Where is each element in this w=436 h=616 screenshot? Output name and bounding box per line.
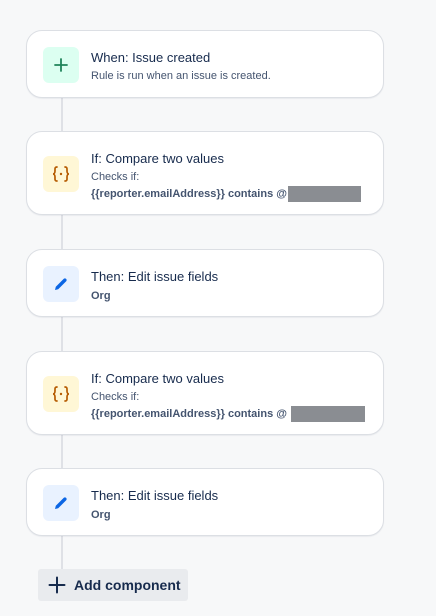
component-title: When: Issue created xyxy=(91,50,211,65)
trigger-icon-tile xyxy=(43,47,79,83)
condition-icon-tile xyxy=(43,376,79,412)
pencil-icon xyxy=(55,497,67,509)
braces-icon xyxy=(52,166,70,182)
condition-expression: {{reporter.emailAddress}} contains @ xyxy=(91,408,287,420)
braces-icon xyxy=(52,386,70,402)
component-subtitle: Checks if: xyxy=(91,171,140,183)
plus-icon xyxy=(54,58,68,72)
component-title: Then: Edit issue fields xyxy=(91,269,219,284)
action-icon-tile xyxy=(43,485,79,521)
component-title: If: Compare two values xyxy=(91,371,224,386)
component-subtitle: Rule is run when an issue is created. xyxy=(91,70,271,82)
condition-icon-tile xyxy=(43,156,79,192)
add-component-label: Add component xyxy=(74,577,181,593)
component-title: If: Compare two values xyxy=(91,151,224,166)
component-field: Org xyxy=(91,509,111,521)
rule-component-condition[interactable]: If: Compare two values Checks if: {{repo… xyxy=(26,131,384,215)
rule-component-condition[interactable]: If: Compare two values Checks if: {{repo… xyxy=(26,351,384,435)
component-field: Org xyxy=(91,290,111,302)
rule-component-trigger[interactable]: When: Issue created Rule is run when an … xyxy=(26,30,384,98)
condition-expression: {{reporter.emailAddress}} contains @ xyxy=(91,188,287,200)
rule-component-action[interactable]: Then: Edit issue fields Org xyxy=(26,249,384,317)
redacted-value xyxy=(287,186,361,202)
component-title: Then: Edit issue fields xyxy=(91,488,219,503)
add-component-button[interactable]: Add component xyxy=(38,569,188,601)
pencil-icon xyxy=(55,278,67,290)
redacted-value xyxy=(290,406,365,422)
plus-icon xyxy=(48,576,66,594)
component-subtitle: Checks if: xyxy=(91,391,140,403)
action-icon-tile xyxy=(43,266,79,302)
rule-component-action[interactable]: Then: Edit issue fields Org xyxy=(26,468,384,536)
